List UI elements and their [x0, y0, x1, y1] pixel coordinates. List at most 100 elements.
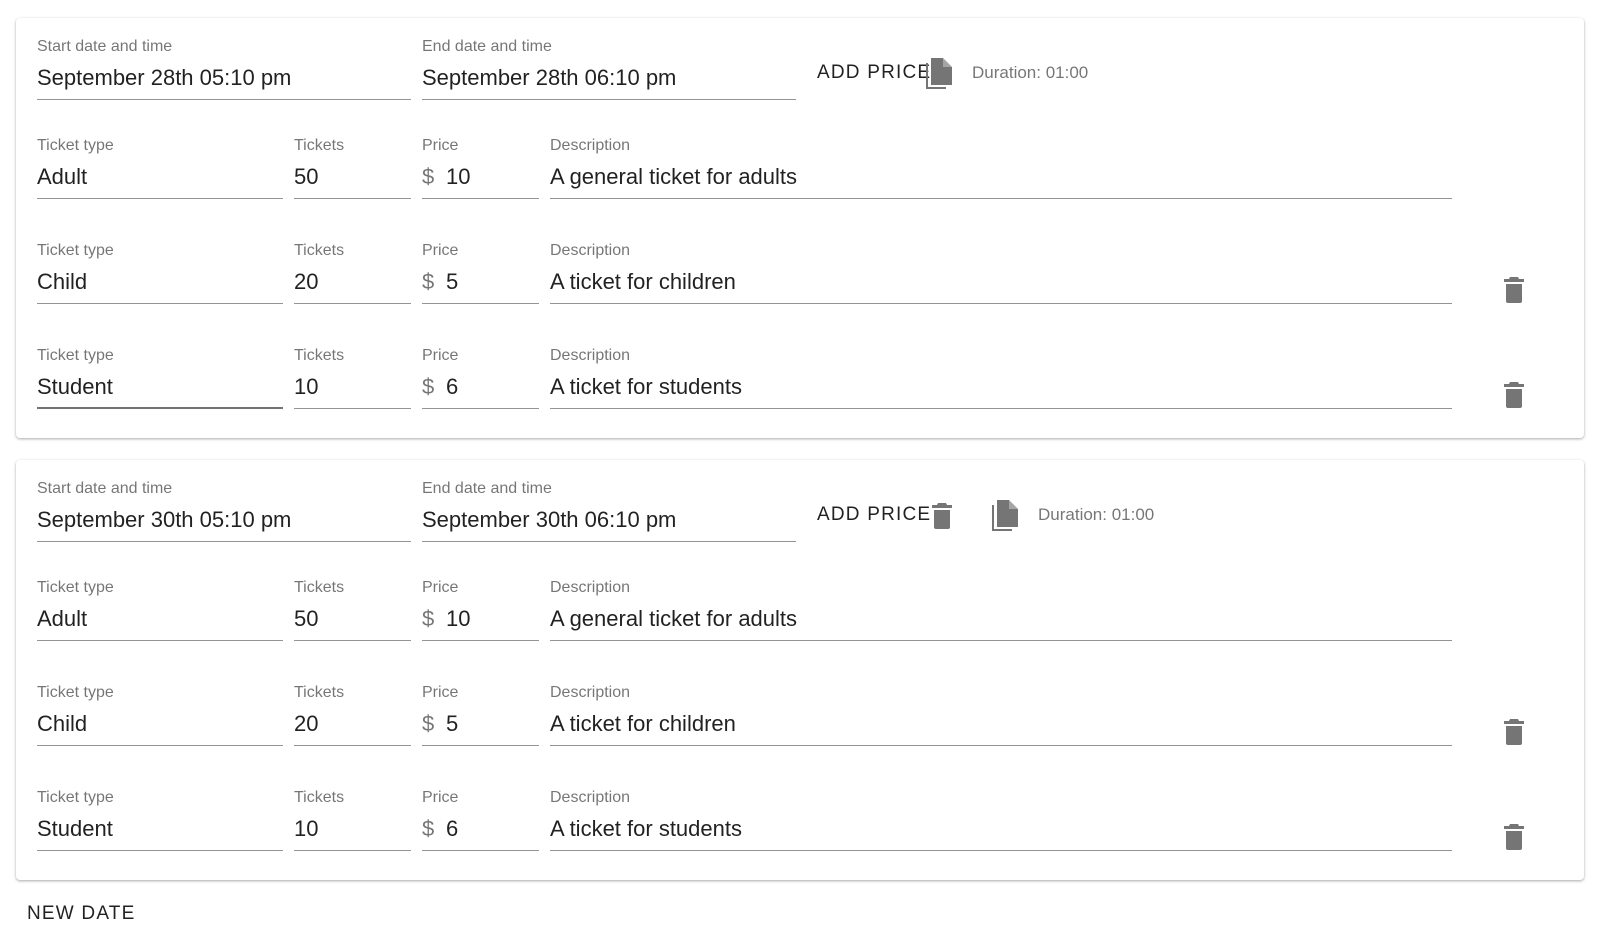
price-value[interactable]: 10	[446, 606, 470, 632]
description-field[interactable]: Description A general ticket for adults	[550, 575, 1452, 641]
tickets-label: Tickets	[294, 347, 345, 364]
price-label: Price	[422, 789, 459, 806]
start-date-value[interactable]: September 28th 05:10 pm	[37, 65, 291, 91]
price-field[interactable]: Price $ 6	[422, 785, 539, 851]
delete-price-button[interactable]	[1494, 817, 1534, 857]
end-date-field[interactable]: End date and time September 28th 06:10 p…	[422, 34, 796, 100]
description-value[interactable]: A general ticket for adults	[550, 606, 797, 632]
ticket-type-field[interactable]: Ticket type Adult	[37, 575, 283, 641]
ticket-type-value[interactable]: Student	[37, 816, 113, 842]
price-value[interactable]: 5	[446, 269, 458, 295]
currency-symbol: $	[422, 374, 435, 399]
tickets-value[interactable]: 10	[294, 816, 318, 842]
start-date-value[interactable]: September 30th 05:10 pm	[37, 507, 291, 533]
price-field[interactable]: Price $ 5	[422, 238, 539, 304]
tickets-label: Tickets	[294, 137, 345, 154]
description-field[interactable]: Description A ticket for students	[550, 343, 1452, 409]
tickets-value[interactable]: 50	[294, 606, 318, 632]
price-field[interactable]: Price $ 5	[422, 680, 539, 746]
start-date-label: Start date and time	[37, 480, 173, 497]
currency-symbol: $	[422, 711, 435, 736]
add-price-button[interactable]: ADD PRICE	[817, 62, 931, 84]
tickets-field[interactable]: Tickets 50	[294, 575, 411, 641]
tickets-label: Tickets	[294, 684, 345, 701]
description-field[interactable]: Description A general ticket for adults	[550, 133, 1452, 199]
description-value[interactable]: A general ticket for adults	[550, 164, 797, 190]
date-card-2: Start date and time September 30th 05:10…	[16, 460, 1584, 880]
duration-text: Duration: 01:00	[1038, 505, 1155, 524]
delete-icon	[1503, 718, 1525, 746]
price-value[interactable]: 5	[446, 711, 458, 737]
price-value[interactable]: 10	[446, 164, 470, 190]
currency-symbol: $	[422, 606, 435, 631]
delete-price-button[interactable]	[1494, 375, 1534, 415]
price-label: Price	[422, 684, 459, 701]
end-date-value[interactable]: September 30th 06:10 pm	[422, 507, 676, 533]
end-date-label: End date and time	[422, 480, 552, 497]
ticket-type-value[interactable]: Child	[37, 269, 87, 295]
start-date-field[interactable]: Start date and time September 28th 05:10…	[37, 34, 411, 100]
ticket-type-field[interactable]: Ticket type Adult	[37, 133, 283, 199]
ticket-type-value[interactable]: Adult	[37, 164, 87, 190]
date-card-1: Start date and time September 28th 05:10…	[16, 18, 1584, 438]
description-value[interactable]: A ticket for students	[550, 374, 742, 400]
ticket-type-value[interactable]: Adult	[37, 606, 87, 632]
end-date-value[interactable]: September 28th 06:10 pm	[422, 65, 676, 91]
start-date-field[interactable]: Start date and time September 30th 05:10…	[37, 476, 411, 542]
description-field[interactable]: Description A ticket for children	[550, 238, 1452, 304]
tickets-label: Tickets	[294, 242, 345, 259]
ticket-type-label: Ticket type	[37, 242, 114, 259]
price-field[interactable]: Price $ 10	[422, 133, 539, 199]
ticket-type-field[interactable]: Ticket type Student	[37, 343, 283, 409]
ticket-type-label: Ticket type	[37, 137, 114, 154]
tickets-value[interactable]: 50	[294, 164, 318, 190]
ticket-type-label: Ticket type	[37, 684, 114, 701]
price-value[interactable]: 6	[446, 374, 458, 400]
price-label: Price	[422, 347, 459, 364]
description-label: Description	[550, 137, 631, 154]
tickets-value[interactable]: 20	[294, 711, 318, 737]
start-date-label: Start date and time	[37, 38, 173, 55]
tickets-field[interactable]: Tickets 10	[294, 785, 411, 851]
delete-date-button[interactable]	[922, 496, 962, 536]
description-label: Description	[550, 789, 631, 806]
delete-icon	[1503, 381, 1525, 409]
new-date-button[interactable]: NEW DATE	[27, 903, 135, 925]
ticket-type-label: Ticket type	[37, 347, 114, 364]
price-value[interactable]: 6	[446, 816, 458, 842]
copy-date-button[interactable]	[985, 496, 1025, 536]
price-label: Price	[422, 137, 459, 154]
ticket-type-value[interactable]: Student	[37, 374, 113, 400]
delete-price-button[interactable]	[1494, 712, 1534, 752]
end-date-field[interactable]: End date and time September 30th 06:10 p…	[422, 476, 796, 542]
delete-icon	[931, 502, 953, 530]
ticket-type-label: Ticket type	[37, 579, 114, 596]
price-field[interactable]: Price $ 10	[422, 575, 539, 641]
description-field[interactable]: Description A ticket for students	[550, 785, 1452, 851]
ticket-type-field[interactable]: Ticket type Child	[37, 680, 283, 746]
description-field[interactable]: Description A ticket for children	[550, 680, 1452, 746]
description-label: Description	[550, 684, 631, 701]
ticket-type-label: Ticket type	[37, 789, 114, 806]
ticket-type-value[interactable]: Child	[37, 711, 87, 737]
price-field[interactable]: Price $ 6	[422, 343, 539, 409]
description-value[interactable]: A ticket for students	[550, 816, 742, 842]
ticket-type-field[interactable]: Ticket type Student	[37, 785, 283, 851]
copy-date-button[interactable]	[919, 54, 959, 94]
tickets-value[interactable]: 10	[294, 374, 318, 400]
description-label: Description	[550, 242, 631, 259]
ticket-type-field[interactable]: Ticket type Child	[37, 238, 283, 304]
tickets-field[interactable]: Tickets 50	[294, 133, 411, 199]
delete-price-button[interactable]	[1494, 270, 1534, 310]
currency-symbol: $	[422, 164, 435, 189]
tickets-field[interactable]: Tickets 20	[294, 680, 411, 746]
add-price-button[interactable]: ADD PRICE	[817, 504, 931, 526]
copy-icon	[924, 57, 954, 91]
description-value[interactable]: A ticket for children	[550, 269, 736, 295]
tickets-value[interactable]: 20	[294, 269, 318, 295]
description-value[interactable]: A ticket for children	[550, 711, 736, 737]
price-label: Price	[422, 242, 459, 259]
tickets-field[interactable]: Tickets 20	[294, 238, 411, 304]
tickets-field[interactable]: Tickets 10	[294, 343, 411, 409]
delete-icon	[1503, 276, 1525, 304]
